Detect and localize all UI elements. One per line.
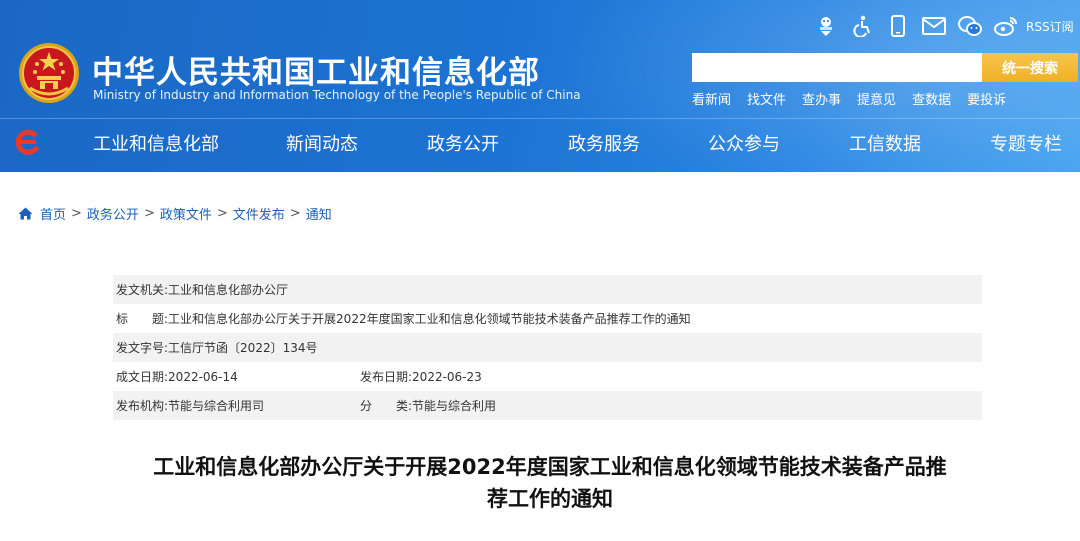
quick-link-complaint[interactable]: 要投诉 [967,89,1006,108]
breadcrumb-separator: > [289,206,301,221]
mobile-icon[interactable] [886,14,910,38]
breadcrumb-separator: > [143,206,155,221]
search-input[interactable] [692,53,982,82]
document-meta-table: 发文机关: 工业和信息化部办公厅 标 题: 工业和信息化部办公厅关于开展2022… [113,275,982,420]
meta-label-title: 标 题: [116,312,169,326]
nav-item-services[interactable]: 政务服务 [568,130,640,156]
meta-label-issuer: 发文机关: [116,283,169,297]
meta-value-doc-no: 工信厅节函〔2022〕134号 [168,341,318,355]
national-emblem-icon [19,43,79,103]
wechat-icon[interactable] [958,14,982,38]
meta-label-date-created: 成文日期: [116,370,169,384]
quick-links: 看新闻 找文件 查办事 提意见 查数据 要投诉 [692,89,1022,108]
meta-label-doc-no: 发文字号: [116,341,169,355]
top-toolbar: RSS订阅 [814,14,1074,38]
site-title: 中华人民共和国工业和信息化部 [92,55,540,91]
meta-row-doc-no: 发文字号: 工信厅节函〔2022〕134号 [113,333,982,362]
quick-link-data[interactable]: 查数据 [912,89,951,108]
breadcrumb-file-release[interactable]: 文件发布 [233,204,285,223]
meta-row-title: 标 题: 工业和信息化部办公厅关于开展2022年度国家工业和信息化领域节能技术装… [113,304,982,333]
document-title: 工业和信息化部办公厅关于开展2022年度国家工业和信息化领域节能技术装备产品推 … [100,451,1000,515]
meta-cell: 成文日期: 2022-06-14 [113,368,238,385]
nav-item-ministry[interactable]: 工业和信息化部 [93,130,219,156]
weibo-icon[interactable] [994,14,1018,38]
meta-label-category: 分 类: [360,399,413,413]
meta-value-date-created: 2022-06-14 [168,369,238,384]
meta-value-category: 节能与综合利用 [412,399,497,413]
nav-item-gov-affairs[interactable]: 政务公开 [427,130,499,156]
quick-link-news[interactable]: 看新闻 [692,89,731,108]
meta-value-title: 工业和信息化部办公厅关于开展2022年度国家工业和信息化领域节能技术装备产品推荐… [168,312,691,326]
meta-cell: 分 类: 节能与综合利用 [360,397,496,414]
meta-cell: 发文字号: 工信厅节函〔2022〕134号 [113,339,318,356]
breadcrumb-notice[interactable]: 通知 [306,204,332,223]
meta-row-dates: 成文日期: 2022-06-14 发布日期: 2022-06-23 [113,362,982,391]
document-title-line-2: 荐工作的通知 [487,487,613,511]
meta-cell: 发文机关: 工业和信息化部办公厅 [113,281,288,298]
meta-cell: 发布日期: 2022-06-23 [360,368,482,385]
nav-item-topics[interactable]: 专题专栏 [990,130,1062,156]
meta-value-issuer: 工业和信息化部办公厅 [168,283,289,297]
breadcrumb-separator: > [71,206,82,221]
nav-item-data[interactable]: 工信数据 [849,130,921,156]
main-nav: 工业和信息化部 新闻动态 政务公开 政务服务 公众参与 工信数据 专题专栏 [0,118,1080,166]
breadcrumb-separator: > [216,206,228,221]
meta-label-date-published: 发布日期: [360,370,413,384]
home-icon[interactable] [18,207,33,220]
voice-assist-icon[interactable] [814,14,838,38]
meta-value-org: 节能与综合利用司 [168,399,265,413]
breadcrumb-gov-affairs[interactable]: 政务公开 [87,204,139,223]
meta-row-org: 发布机构: 节能与综合利用司 分 类: 节能与综合利用 [113,391,982,420]
nav-item-news[interactable]: 新闻动态 [286,130,358,156]
breadcrumb-policy-files[interactable]: 政策文件 [160,204,212,223]
meta-cell: 发布机构: 节能与综合利用司 [113,397,264,414]
meta-row-issuer: 发文机关: 工业和信息化部办公厅 [113,275,982,304]
nav-item-participation[interactable]: 公众参与 [708,130,780,156]
search-button[interactable]: 统一搜索 [982,53,1078,82]
breadcrumb-home[interactable]: 首页 [40,204,66,223]
site-subtitle: Ministry of Industry and Information Tec… [93,88,581,102]
accessibility-icon[interactable] [850,14,874,38]
mail-icon[interactable] [922,14,946,38]
quick-link-feedback[interactable]: 提意见 [857,89,896,108]
quick-link-services[interactable]: 查办事 [802,89,841,108]
document-title-line-1: 工业和信息化部办公厅关于开展2022年度国家工业和信息化领域节能技术装备产品推 [153,455,947,479]
site-header: 中华人民共和国工业和信息化部 Ministry of Industry and … [0,0,1080,172]
meta-value-date-published: 2022-06-23 [412,369,482,384]
quick-link-files[interactable]: 找文件 [747,89,786,108]
rss-link[interactable]: RSS订阅 [1026,18,1074,35]
breadcrumb: 首页 > 政务公开 > 政策文件 > 文件发布 > 通知 [18,204,332,223]
meta-cell: 标 题: 工业和信息化部办公厅关于开展2022年度国家工业和信息化领域节能技术装… [113,310,691,327]
meta-label-org: 发布机构: [116,399,169,413]
